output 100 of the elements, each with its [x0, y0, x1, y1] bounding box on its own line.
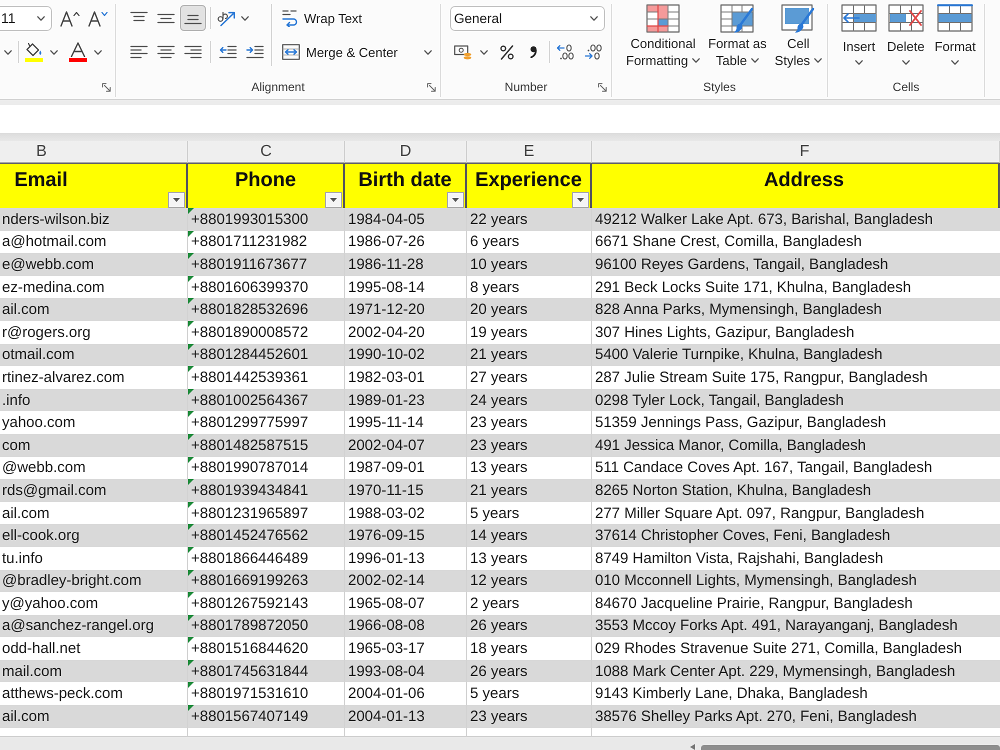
increase-indent-icon[interactable]	[246, 45, 264, 59]
column-header[interactable]: D	[345, 141, 467, 163]
birth-date: 2002-02-14	[348, 572, 425, 590]
caret-icon[interactable]	[94, 50, 102, 54]
caret-icon	[424, 50, 432, 54]
street-address: 8265 Norton Station, Khulna, Bangladesh	[595, 482, 872, 499]
format-button[interactable]: Format	[932, 4, 979, 65]
experience-years: 6 years	[470, 233, 520, 250]
experience-years: 27 years	[470, 368, 528, 386]
grow-font-icon[interactable]	[60, 10, 80, 26]
scrollbar-thumb[interactable]	[701, 745, 1000, 750]
birth-date: 1971-12-20	[348, 301, 425, 318]
caret-icon	[590, 16, 598, 20]
conditional-formatting-button[interactable]: Conditional Formatting	[623, 4, 704, 69]
wrap-text-button[interactable]: Wrap Text	[280, 7, 364, 29]
street-address: 3553 Mccoy Forks Apt. 491, Narayanganj, Bangladesh	[595, 617, 958, 634]
email-address: .info	[2, 392, 30, 409]
experience-years: 19 years	[470, 324, 528, 341]
experience-years: 26 years	[470, 662, 528, 680]
format-cells-icon	[937, 4, 974, 32]
email-address: com	[2, 436, 30, 454]
comma-style-icon[interactable]	[530, 46, 537, 58]
email-address: rtinez-alvarez.com	[2, 368, 125, 386]
delete-button[interactable]: Delete	[884, 4, 928, 65]
dialog-launcher-icon[interactable]	[427, 82, 436, 92]
street-address: 010 Mcconnell Lights, Mymensingh, Bangladesh	[595, 572, 917, 590]
birth-date: 1982-03-01	[348, 368, 425, 386]
column-header[interactable]: C	[188, 141, 345, 163]
column-header[interactable]: E	[467, 141, 592, 163]
decrease-decimal-icon[interactable]	[584, 44, 602, 60]
format-as-table-button[interactable]: Format as Table	[705, 4, 770, 69]
font-size-dropdown[interactable]: 11	[0, 6, 52, 30]
cell-styles-button[interactable]: Cell Styles	[772, 4, 826, 69]
phone-number: +8801939434841	[191, 482, 308, 499]
filter-button[interactable]	[447, 192, 464, 208]
experience-years: 23 years	[470, 436, 528, 454]
experience-years: 21 years	[470, 482, 528, 499]
street-address: 307 Hines Lights, Gazipur, Bangladesh	[595, 324, 854, 341]
phone-number: +8801990787014	[191, 459, 308, 476]
caret-icon	[902, 60, 910, 65]
dialog-launcher-icon[interactable]	[598, 82, 607, 92]
filter-button[interactable]	[572, 192, 589, 208]
column-header[interactable]: F	[592, 141, 1000, 163]
caret-icon[interactable]	[50, 50, 58, 54]
street-address: 51359 Jennings Pass, Gazipur, Bangladesh	[595, 414, 886, 432]
email-address: e@webb.com	[2, 256, 94, 273]
number-format-dropdown[interactable]: General	[450, 6, 605, 30]
birth-date: 1976-09-15	[348, 527, 425, 544]
experience-years: 23 years	[470, 414, 528, 432]
filter-button[interactable]	[168, 192, 185, 208]
filter-button[interactable]	[325, 192, 342, 208]
align-middle-icon	[157, 11, 175, 25]
font-color-icon[interactable]	[70, 42, 86, 57]
merge-center-icon	[282, 44, 300, 60]
decrease-indent-icon[interactable]	[219, 45, 237, 59]
street-address: 38576 Shelley Parks Apt. 270, Feni, Bangladesh	[595, 708, 917, 725]
text-orientation-icon[interactable]	[216, 9, 236, 27]
accounting-format-icon[interactable]	[454, 44, 472, 60]
street-address: 5400 Valerie Turnpike, Khulna, Bangladesh	[595, 346, 882, 364]
increase-decimal-icon[interactable]	[556, 44, 574, 60]
shrink-font-icon[interactable]	[88, 10, 108, 26]
email-address: ell-cook.org	[2, 527, 80, 544]
email-address: odd-hall.net	[2, 640, 80, 658]
caret-icon	[951, 60, 960, 65]
email-address: rds@gmail.com	[2, 482, 106, 499]
caret-icon[interactable]	[480, 50, 488, 54]
percent-icon[interactable]	[500, 44, 514, 60]
phone-number: +8801231965897	[191, 504, 308, 522]
street-address: 287 Julie Stream Suite 175, Rangpur, Bangladesh	[595, 368, 928, 386]
group-label: Alignment	[251, 80, 305, 94]
birth-date: 1986-07-26	[348, 233, 425, 250]
email-address: ail.com	[2, 708, 50, 725]
email-address: ez-medina.com	[2, 278, 105, 296]
phone-number: +8801442539361	[191, 368, 308, 386]
street-address: 511 Candace Coves Apt. 167, Tangail, Bangladesh	[595, 459, 932, 476]
birth-date: 1965-03-17	[348, 640, 425, 658]
caret-icon[interactable]	[241, 16, 249, 20]
birth-date: 2002-04-20	[348, 324, 425, 341]
street-address: 491 Jessica Manor, Comilla, Bangladesh	[595, 436, 866, 454]
birth-date: 1993-08-04	[348, 662, 425, 680]
street-address: 6671 Shane Crest, Comilla, Bangladesh	[595, 233, 862, 250]
scroll-left-icon[interactable]	[690, 744, 695, 750]
conditional-formatting-icon	[646, 4, 680, 34]
dialog-launcher-icon[interactable]	[102, 82, 111, 92]
cell-styles-icon	[781, 4, 816, 34]
phone-number: +8801482587515	[191, 436, 308, 454]
paint-bucket-icon[interactable]	[25, 42, 43, 57]
column-header[interactable]: B	[0, 141, 188, 163]
align-bottom-button[interactable]	[180, 5, 206, 31]
caret-icon	[855, 60, 863, 65]
phone-number: +8801890008572	[191, 324, 308, 341]
dropdown-arrow-icon	[173, 198, 180, 202]
align-left-icon	[130, 45, 148, 59]
insert-button[interactable]: Insert	[838, 4, 880, 65]
caret-icon[interactable]	[4, 50, 12, 54]
caret-icon	[37, 16, 45, 20]
birth-date: 1984-04-05	[348, 210, 425, 228]
caret-icon	[692, 58, 700, 63]
merge-center-button[interactable]: Merge & Center	[280, 42, 434, 62]
email-address: ail.com	[2, 301, 50, 318]
